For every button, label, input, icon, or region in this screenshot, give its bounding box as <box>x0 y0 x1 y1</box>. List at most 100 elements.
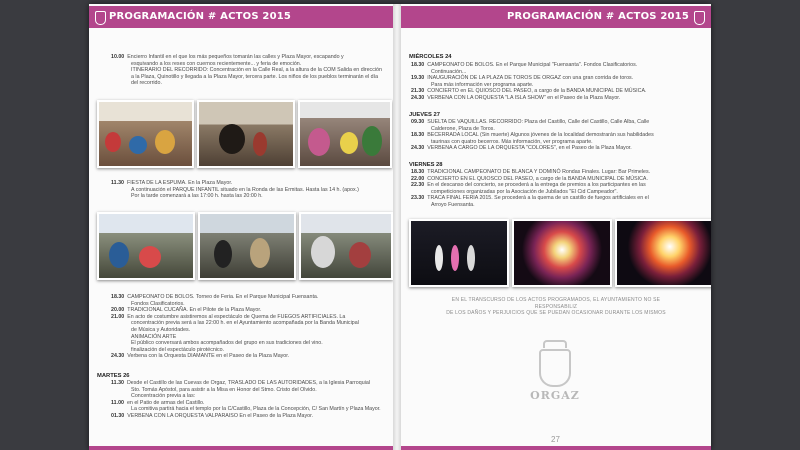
disclaimer-line-1: EN EL TRANSCURSO DE LOS ACTOS PROGRAMADO… <box>451 297 661 310</box>
right-bottom-bar <box>401 446 711 450</box>
schedule-text: Continuación... <box>431 68 467 75</box>
schedule-line: 24.30 VERBENA CON LA ORQUESTA "LA ISLA SH… <box>411 95 707 102</box>
schedule-text: ANIMACIÓN ARTE <box>131 333 177 340</box>
schedule-line: A continuación el PARQUE INFANTIL situad… <box>111 187 386 194</box>
disclaimer-note: EN EL TRANSCURSO DE LOS ACTOS PROGRAMADO… <box>431 297 681 317</box>
schedule-text: En acto de costumbre asistiremos al espe… <box>127 313 346 320</box>
schedule-line: 18.30 CAMPEONATO DE BOLOS. En el Parque M… <box>411 62 707 69</box>
schedule-line: 10.00 Encierro Infantil en el que los más… <box>111 54 386 61</box>
shield-icon <box>95 11 106 25</box>
schedule-text: FIESTA DE LA ESPUMA. En la Plaza Mayor. <box>126 180 233 186</box>
schedule-text: competiciones organizadas por la Asociac… <box>431 188 618 195</box>
festival-photo <box>198 212 296 280</box>
schedule-text: CONCIERTO en EL QUIOSCO DEL PASEO, a car… <box>427 88 647 95</box>
schedule-line: concentración previa será a las 22:00 h.… <box>111 320 386 327</box>
schedule-line: ITINERARIO DEL RECORRIDO: Concentración … <box>111 67 386 74</box>
day-heading-miercoles: MIÉRCOLES 24 <box>409 54 452 60</box>
schedule-text: de Música y Autoridades. <box>131 326 191 333</box>
right-block-3: 18.30 TRADICIONAL CAMPEONATO DE BLANCA Y … <box>411 169 707 209</box>
schedule-line: 22.30 En el descanso del concierto, se pr… <box>411 182 707 189</box>
schedule-text: La comitiva partirá hacia el templo por … <box>131 406 381 413</box>
fireworks-photo <box>615 219 711 287</box>
schedule-text: El público conversará ambos acompañados … <box>131 340 323 347</box>
schedule-time: 18.30 <box>411 62 425 68</box>
schedule-text: Para más información ver programa aparte… <box>431 81 534 88</box>
schedule-text: taurinas con quatro becerros. Más inform… <box>431 138 593 145</box>
left-bottom-bar <box>89 446 393 450</box>
schedule-text: Sto. Tomás Apóstol, para asistir a la Mi… <box>131 386 317 393</box>
schedule-time: 23.30 <box>411 195 425 202</box>
schedule-time: 19.30 <box>411 75 425 82</box>
festival-photo <box>298 100 392 168</box>
schedule-time: 21.00 <box>111 313 125 320</box>
schedule-text: SUELTA DE VAQUILLAS. RECORRIDO: Plaza de… <box>427 119 650 125</box>
schedule-text: CONCIERTO EN EL QUIOSCO DEL PASEO, a car… <box>427 175 648 182</box>
schedule-line: 21.30 CONCIERTO en EL QUIOSCO DEL PASEO, … <box>411 88 707 95</box>
schedule-text: Por la tarde comenzará a las 17:00 h. ha… <box>131 193 263 200</box>
schedule-text: TRADICIONAL CUCAÑA. En el Pilote de la P… <box>127 307 262 314</box>
schedule-line: 11.30 FIESTA DE LA ESPUMA. En la Plaza Ma… <box>111 180 386 187</box>
festival-photo <box>97 212 195 280</box>
page-number: 27 <box>551 435 560 444</box>
day-heading-miercoles-wrap: MIÉRCOLES 24 <box>409 52 709 62</box>
right-header-title: PROGRAMACIÓN # ACTOS 2015 <box>506 11 689 22</box>
schedule-text: del recorrido. <box>131 80 162 87</box>
schedule-text: Arroyo Fuensanta. <box>431 201 475 208</box>
schedule-time: 22.30 <box>411 182 425 189</box>
schedule-text: Concentración previa a las: <box>131 393 196 400</box>
schedule-line: 18.30 TRADICIONAL CAMPEONATO DE BLANCA Y … <box>411 169 707 176</box>
schedule-time: 18.30 <box>411 169 425 175</box>
schedule-time: 01.30 <box>111 412 125 419</box>
schedule-time: 22.00 <box>411 175 425 182</box>
schedule-text: VERBENA CON LA ORQUESTA VALPARAISO En el… <box>127 412 314 419</box>
schedule-line: Por la tarde comenzará a las 17:00 h. ha… <box>111 193 386 200</box>
right-block-1: 18.30 CAMPEONATO DE BOLOS. En el Parque M… <box>411 62 707 102</box>
schedule-line: finalización del espectáculo pirotécnico… <box>111 347 386 354</box>
left-page-header: PROGRAMACIÓN # ACTOS 2015 <box>89 6 393 28</box>
schedule-line: 24.30 VERBENA A CARGO DE LA ORQUESTA "COL… <box>411 145 707 152</box>
schedule-text: BECERRADA LOCAL (Sin muerte) Algunos jóv… <box>427 132 654 139</box>
schedule-time: 11.30 <box>111 380 124 386</box>
schedule-line: de Música y Autoridades. <box>111 327 386 334</box>
schedule-line: 01.30 VERBENA CON LA ORQUESTA VALPARAISO … <box>111 413 386 420</box>
festival-photo <box>197 100 295 168</box>
schedule-text: INAUGURACIÓN DE LA PLAZA DE TOROS DE ORG… <box>427 75 634 82</box>
schedule-line: 19.30 INAUGURACIÓN DE LA PLAZA DE TOROS D… <box>411 75 707 82</box>
day-heading-jueves: JUEVES 27 <box>409 112 440 118</box>
schedule-text: Encierro Infantil en el que los más pequ… <box>127 54 344 60</box>
schedule-text: Verbena con la Orquesta DIAMANTE en el P… <box>127 353 290 360</box>
schedule-text: A continuación el PARQUE INFANTIL situad… <box>131 186 359 193</box>
schedule-text: a la Plaza, Quinotillo y llegada a la Pl… <box>131 73 379 80</box>
schedule-line: esquivando a los reses con cuernos recie… <box>111 61 386 68</box>
crown-icon <box>543 340 567 348</box>
schedule-time: 10.00 <box>111 54 125 60</box>
festival-photo <box>299 212 393 280</box>
schedule-line: 22.00 CONCIERTO EN EL QUIOSCO DEL PASEO, … <box>411 176 707 183</box>
fireworks-photo-row <box>409 219 711 287</box>
schedule-time: 11.00 <box>111 399 124 406</box>
left-page: PROGRAMACIÓN # ACTOS 2015 10.00 Encierro … <box>89 4 394 450</box>
photo-row-1 <box>97 100 392 168</box>
schedule-time: 09.30 <box>411 119 425 125</box>
schedule-text: finalización del espectáculo pirotécnico… <box>131 346 225 353</box>
schedule-text: VERBENA A CARGO DE LA ORQUESTA "COLORES"… <box>427 145 632 152</box>
schedule-text: TRADICIONAL CAMPEONATO DE BLANCA Y DOMIN… <box>427 169 651 175</box>
schedule-line: 11.00 en el Patio de armas del Castillo. <box>111 400 386 407</box>
shield-icon <box>694 11 705 25</box>
left-block-2: 11.30 FIESTA DE LA ESPUMA. En la Plaza Ma… <box>111 180 386 200</box>
right-block-2: 09.30 SUELTA DE VAQUILLAS. RECORRIDO: Pla… <box>411 119 707 152</box>
schedule-time: 11.30 <box>111 180 124 186</box>
schedule-line: 11.30 Desde el Castillo de las Cuevas de … <box>111 380 386 387</box>
schedule-text: concentración previa será a las 22:00 h.… <box>131 320 359 327</box>
schedule-line: 20.00 TRADICIONAL CUCAÑA. En el Pilote de… <box>111 307 386 314</box>
schedule-text: esquivando a los reses con cuernos recie… <box>131 60 302 67</box>
schedule-line: a la Plaza, Quinotillo y llegada a la Pl… <box>111 74 386 81</box>
schedule-line: El público conversará ambos acompañados … <box>111 340 386 347</box>
left-block-1: 10.00 Encierro Infantil en el que los más… <box>111 54 386 87</box>
photo-row-2 <box>97 212 393 280</box>
program-spread: PROGRAMACIÓN # ACTOS 2015 10.00 Encierro … <box>89 4 711 450</box>
right-page-header: PROGRAMACIÓN # ACTOS 2015 <box>401 6 711 28</box>
schedule-line: competiciones organizadas por la Asociac… <box>411 189 707 196</box>
schedule-time: 24.30 <box>411 145 425 152</box>
left-block-3: 18.30 CAMPEONATO DE BOLOS. Torneo de Feri… <box>111 294 386 360</box>
